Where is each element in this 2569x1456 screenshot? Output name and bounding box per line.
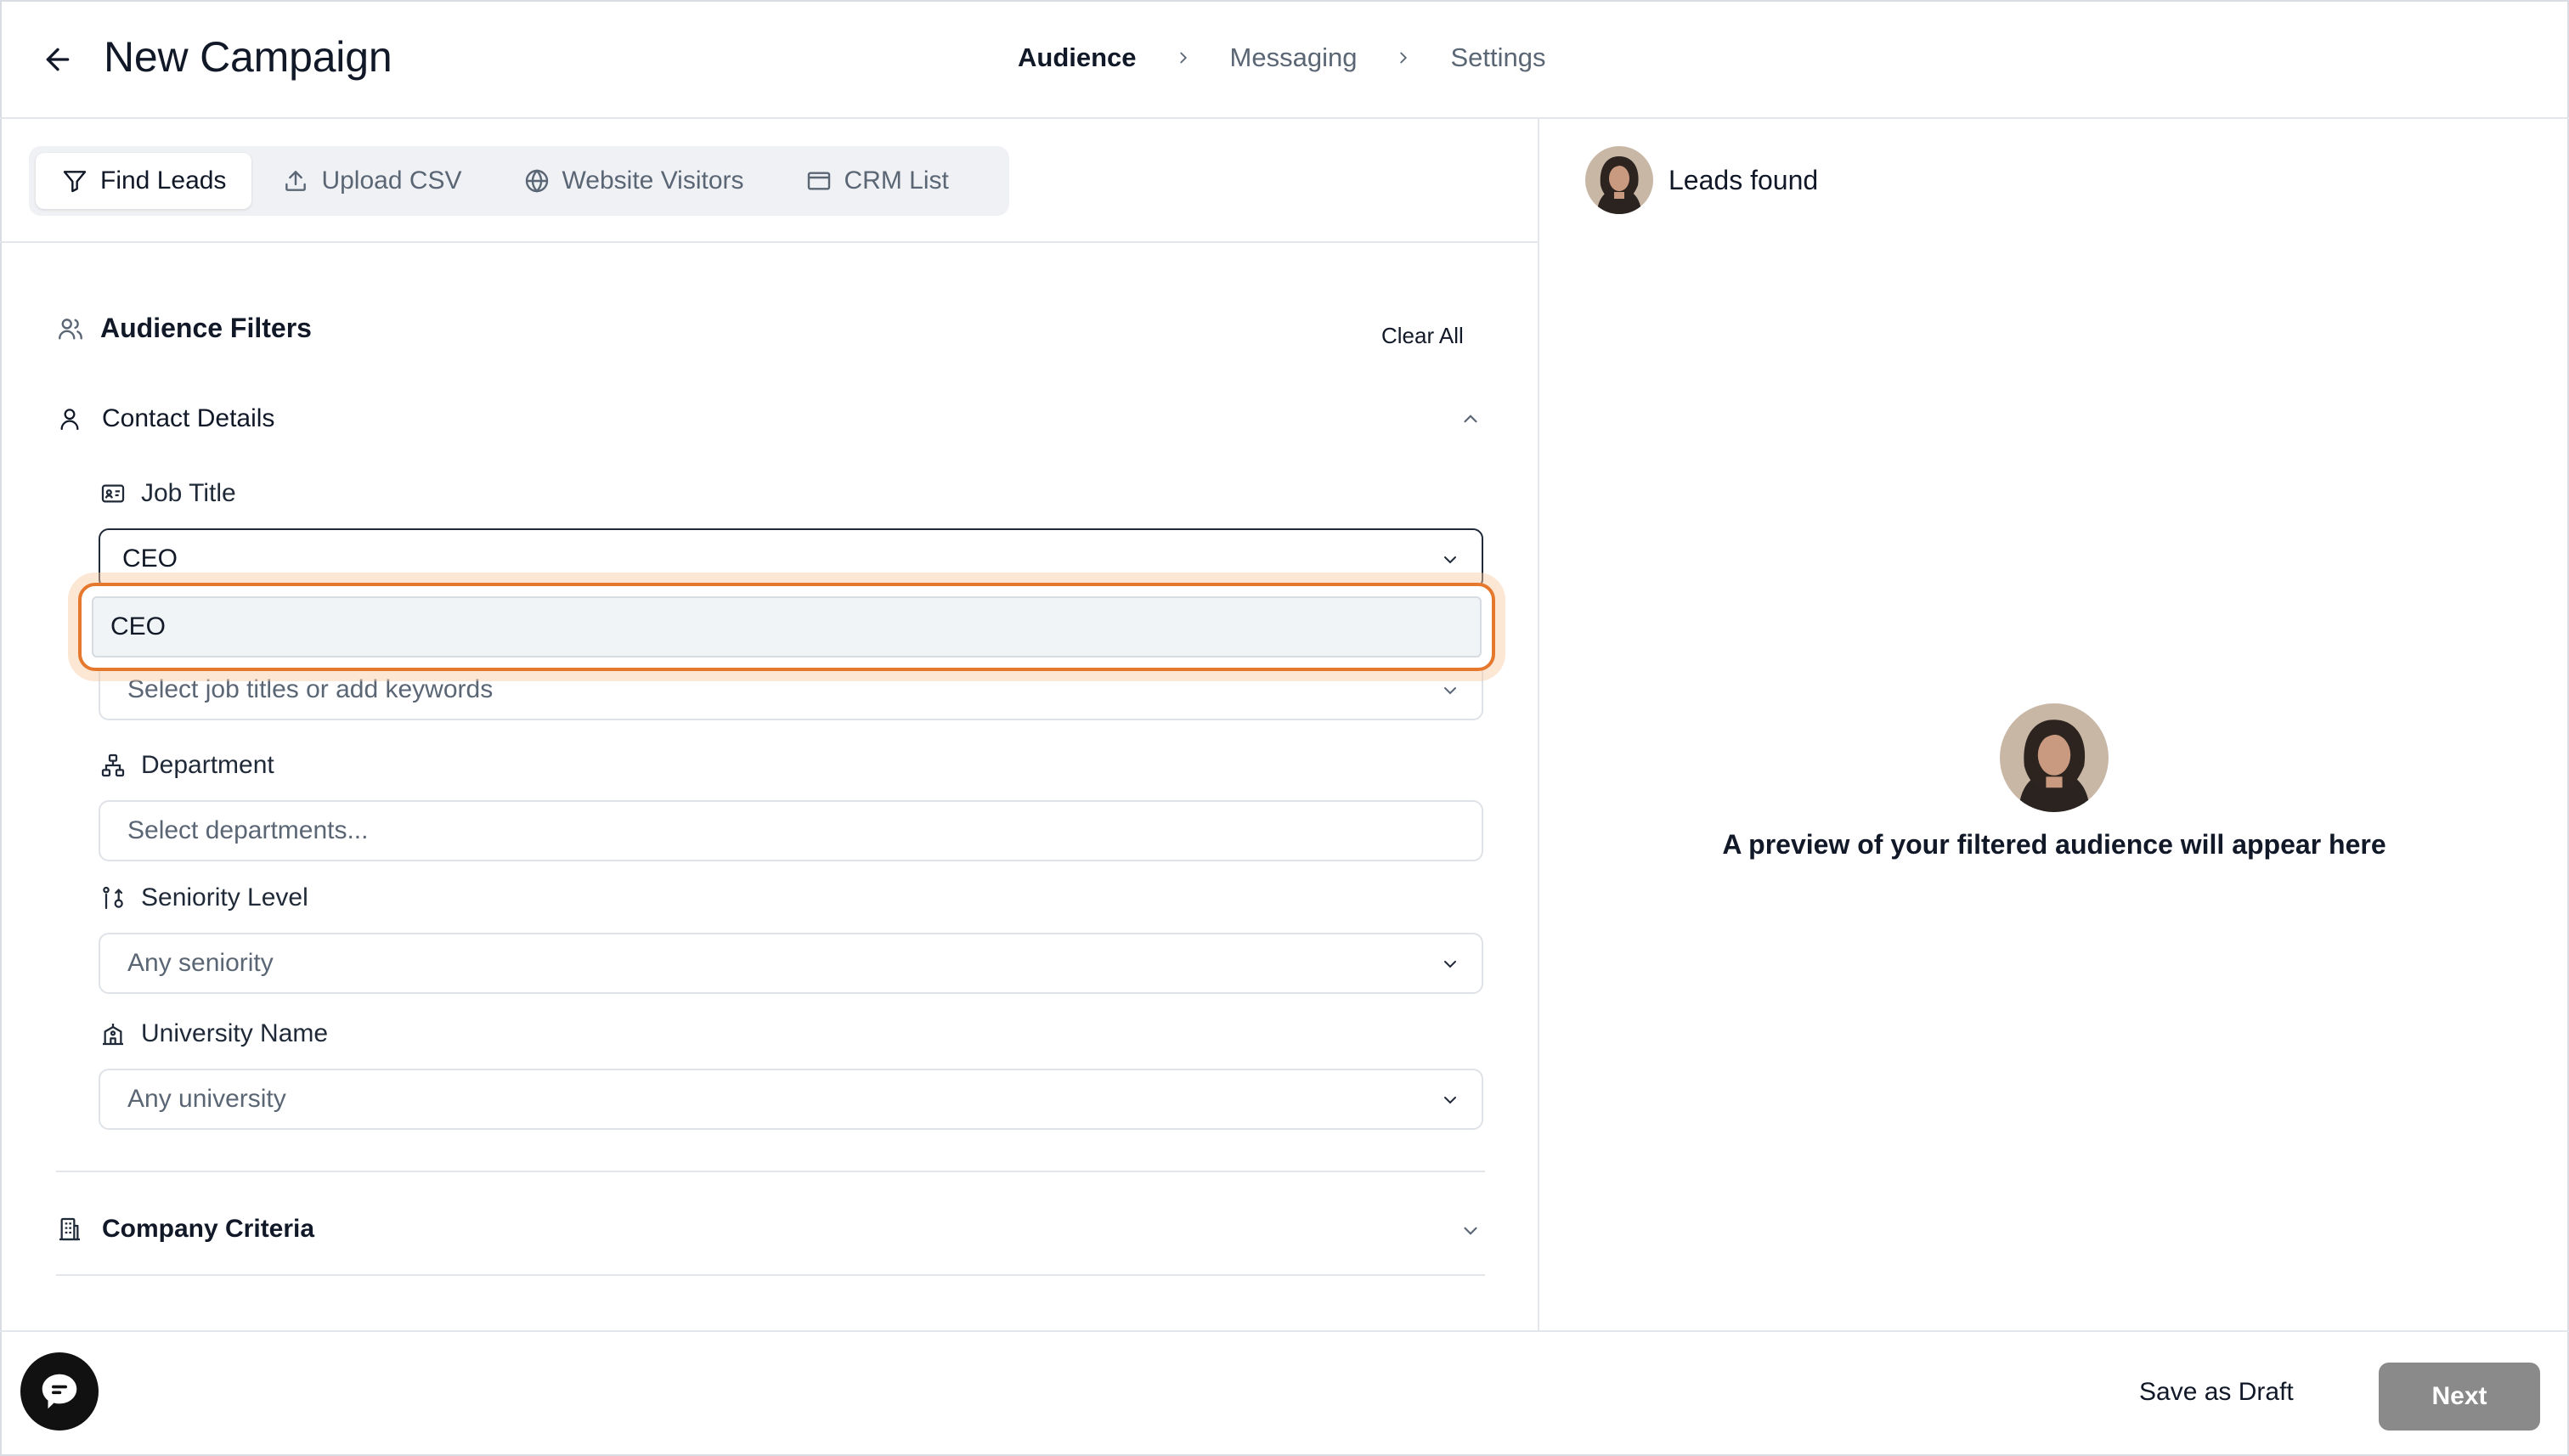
back-button[interactable] [37,41,78,78]
preview-panel: Leads found A preview of your filtered a… [1541,119,2567,1332]
top-bar: New Campaign Audience Messaging Settings [0,0,2569,119]
university-label: University Name [99,1019,328,1048]
dropdown-option-ceo[interactable]: CEO [92,596,1482,657]
department-label: Department [99,751,274,780]
preview-empty-state: A preview of your filtered audience will… [1541,703,2567,861]
job-title-label: Job Title [99,479,236,508]
step-breadcrumb: Audience Messaging Settings [1018,42,1545,73]
step-messaging[interactable]: Messaging [1230,42,1358,73]
chat-icon [42,1374,77,1409]
leads-found-header: Leads found [1585,146,1818,214]
chevron-down-icon [1436,545,1465,574]
chevron-up-icon[interactable] [1456,404,1485,433]
university-select[interactable]: Any university [99,1069,1483,1130]
job-title-value: CEO [122,545,178,573]
tab-upload-csv[interactable]: Upload CSV [251,153,492,209]
section-title: Audience Filters [100,313,312,343]
source-tabs-bar: Find Leads Upload CSV Website Visitors C… [0,119,1539,243]
tab-find-leads[interactable]: Find Leads [36,153,252,209]
org-chart-icon [99,752,127,779]
seniority-value: Any seniority [127,949,274,977]
company-criteria-header[interactable]: Company Criteria [56,1215,314,1244]
chevron-down-icon[interactable] [1456,1216,1485,1245]
id-card-icon [99,480,127,507]
clear-all-button[interactable]: Clear All [1381,323,1464,349]
chevron-right-icon [1389,43,1418,72]
preview-message: A preview of your filtered audience will… [1722,829,2386,860]
page-title: New Campaign [104,33,392,81]
group-label: Contact Details [102,404,275,432]
department-input[interactable]: Select departments... [99,800,1483,861]
footer-bar: Save as Draft Next [0,1330,2569,1456]
tab-label: Website Visitors [562,166,744,195]
job-title-select[interactable]: CEO [99,528,1483,590]
seniority-icon [99,884,127,911]
job-title-keywords-placeholder: Select job titles or add keywords [127,675,494,703]
leads-found-label: Leads found [1668,164,1819,195]
upload-icon [282,167,309,195]
users-icon [56,314,85,343]
step-audience[interactable]: Audience [1018,42,1137,73]
chevron-right-icon [1169,43,1198,72]
save-draft-button[interactable]: Save as Draft [2139,1378,2294,1407]
tab-label: Find Leads [100,166,227,195]
school-icon [99,1020,127,1047]
job-title-dropdown: CEO [78,583,1495,671]
university-value: Any university [127,1085,286,1113]
chevron-down-icon [1436,1086,1465,1115]
next-button[interactable]: Next [2379,1363,2540,1431]
audience-filters-header: Audience Filters [56,313,312,344]
avatar [1585,146,1653,214]
source-tabs: Find Leads Upload CSV Website Visitors C… [29,146,1009,216]
tab-label: CRM List [844,166,949,195]
contact-details-header[interactable]: Contact Details [56,404,274,433]
group-label: Company Criteria [102,1215,315,1243]
section-divider [56,1171,1485,1172]
tab-website-visitors[interactable]: Website Visitors [493,153,775,209]
step-settings[interactable]: Settings [1450,42,1545,73]
building-icon [56,1216,83,1243]
browser-icon [805,167,833,195]
chevron-down-icon [1436,676,1465,705]
department-placeholder: Select departments... [127,816,369,844]
chat-button[interactable] [20,1352,99,1431]
arrow-left-icon [46,48,70,71]
tab-label: Upload CSV [321,166,462,195]
section-divider [56,1274,1485,1276]
globe-icon [523,167,550,195]
chevron-down-icon [1436,950,1465,979]
filters-panel: Find Leads Upload CSV Website Visitors C… [0,119,1539,1332]
avatar [2000,703,2109,812]
seniority-select[interactable]: Any seniority [99,933,1483,994]
seniority-label: Seniority Level [99,883,308,912]
tab-crm-list[interactable]: CRM List [775,153,980,209]
filter-icon [61,167,88,195]
user-icon [56,405,83,432]
